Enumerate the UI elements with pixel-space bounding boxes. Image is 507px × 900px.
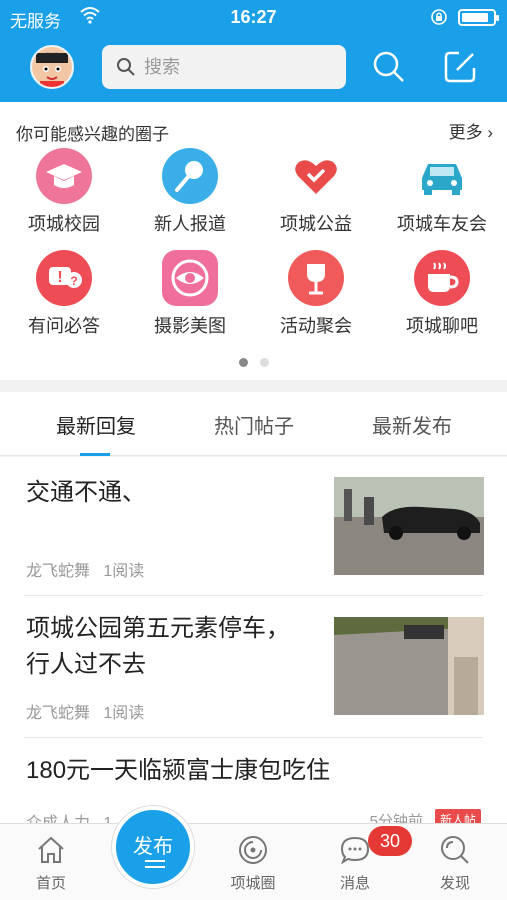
svg-text:!: ! <box>57 269 62 286</box>
coffee-cup-icon <box>414 250 470 306</box>
new-user-badge: 新人帖 <box>434 809 481 823</box>
search-icon <box>117 58 135 76</box>
list-item[interactable]: 180元一天临颍富士康包吃住 众成人力 1 5分钟前 新人帖 <box>0 739 507 823</box>
top-bar: 无服务 16:27 <box>0 0 507 102</box>
avatar[interactable] <box>30 45 74 89</box>
circle-item-events[interactable]: 活动聚会 <box>261 250 371 338</box>
circle-icon <box>239 836 267 864</box>
nav-circle[interactable]: 项城圈 <box>218 834 288 893</box>
circle-item-campus[interactable]: 项城校园 <box>9 148 119 236</box>
post-list: 交通不通、 龙飞蛇舞 1阅读 项城公园第五元素停车，行人过不去 龙飞蛇舞 1阅读… <box>0 457 507 823</box>
car-icon <box>422 164 462 195</box>
page-dot[interactable] <box>259 358 269 367</box>
eye-icon <box>162 250 218 306</box>
search-icon[interactable] <box>372 50 406 84</box>
home-icon <box>38 836 64 863</box>
divider <box>24 595 483 596</box>
page-dot[interactable] <box>238 358 248 367</box>
list-item[interactable]: 交通不通、 龙飞蛇舞 1阅读 <box>0 457 507 597</box>
post-time: 5分钟前 <box>369 813 423 823</box>
post-title: 180元一天临颍富士康包吃住 <box>26 757 331 784</box>
circle-item-qa[interactable]: ! ? 有问必答 <box>9 250 119 338</box>
section-title: 你可能感兴趣的圈子 <box>16 125 169 144</box>
more-link[interactable]: 更多 › <box>449 118 493 143</box>
tab-latest-published[interactable]: 最新发布 <box>342 410 482 439</box>
publish-button[interactable]: 发布 <box>112 806 194 888</box>
svg-text:?: ? <box>70 274 77 288</box>
circle-item-car-club[interactable]: 项城车友会 <box>387 148 497 236</box>
graduation-cap-icon <box>36 148 92 204</box>
avatar-face-icon <box>32 47 72 87</box>
tab-latest-replies[interactable]: 最新回复 <box>26 410 166 439</box>
status-bar: 无服务 16:27 <box>0 0 507 34</box>
publish-lines-icon <box>145 860 165 862</box>
page-indicator <box>0 354 507 372</box>
post-thumbnail <box>334 477 484 575</box>
bottom-nav: 首页 项城圈 消息 发现 <box>0 823 507 900</box>
post-thumbnail <box>334 617 484 715</box>
post-meta: 众成人力 1 <box>26 809 112 823</box>
recommended-circles: 你可能感兴趣的圈子 更多 › 项城校园 新人报道 项城公益 项城车友会 ! ? … <box>0 102 507 380</box>
post-meta: 龙飞蛇舞 1阅读 <box>26 705 145 722</box>
battery-icon <box>458 9 499 26</box>
chat-bubble-icon <box>340 836 370 865</box>
post-title: 交通不通、 <box>26 479 146 506</box>
feed-tabs: 最新回复 热门帖子 最新发布 <box>0 392 507 456</box>
active-tab-indicator <box>80 453 110 456</box>
post-title: 项城公园第五元素停车，行人过不去 <box>26 615 290 678</box>
discover-icon <box>441 836 469 864</box>
search-input[interactable] <box>144 45 334 89</box>
search-box[interactable] <box>102 45 346 89</box>
compose-icon[interactable] <box>443 50 477 84</box>
post-meta: 龙飞蛇舞 1阅读 <box>26 563 145 580</box>
circle-item-charity[interactable]: 项城公益 <box>261 148 371 236</box>
nav-discover[interactable]: 发现 <box>420 834 490 893</box>
messages-count-badge: 30 <box>368 826 412 856</box>
circle-item-photo[interactable]: 摄影美图 <box>135 250 245 338</box>
question-bubble-icon: ! ? <box>36 250 92 306</box>
list-item[interactable]: 项城公园第五元素停车，行人过不去 龙飞蛇舞 1阅读 <box>0 597 507 739</box>
tab-hot-posts[interactable]: 热门帖子 <box>184 410 324 439</box>
heart-icon <box>295 160 337 194</box>
nav-home[interactable]: 首页 <box>16 834 86 893</box>
circle-item-chat[interactable]: 项城聊吧 <box>387 250 497 338</box>
divider <box>24 737 483 738</box>
circle-item-newcomer[interactable]: 新人报道 <box>135 148 245 236</box>
wine-glass-icon <box>288 250 344 306</box>
microphone-icon <box>162 148 218 204</box>
rotation-lock-icon <box>431 9 447 25</box>
